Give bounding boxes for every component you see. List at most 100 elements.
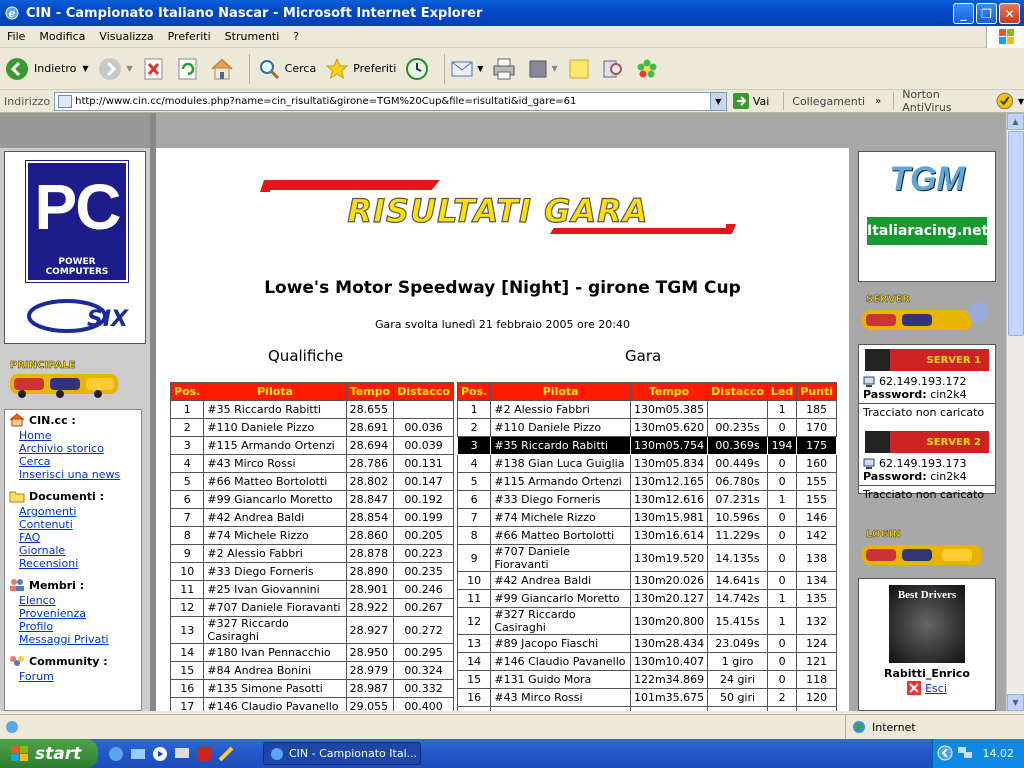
login-banner[interactable]: LOGIN [858, 523, 996, 571]
taskbar-ie-window[interactable]: CIN - Campionato Ital... [263, 742, 421, 765]
sponsor-logo[interactable]: PC POWER COMPUTERS SIX [4, 151, 146, 344]
nav-link-profilo[interactable]: Profilo [9, 620, 141, 633]
qualifiche-cell: 10 [169, 562, 205, 581]
back-button[interactable]: Indietro ▼ [4, 56, 89, 82]
nav-link-provenienza[interactable]: Provenienza [9, 607, 141, 620]
gara-column-header: Led [766, 382, 798, 401]
nav-link-messaggi[interactable]: Messaggi Privati [9, 633, 141, 646]
qualifiche-row: 4 #43 Mirco Rossi 28.786 00.131 [169, 454, 454, 473]
best-drivers-avatar: Best Drivers [889, 585, 965, 663]
qualifiche-cell: 28.847 [345, 490, 395, 509]
address-label: Indirizzo [4, 94, 51, 108]
gara-cell: #89 Jacopo Fiaschi [490, 634, 631, 653]
nav-link-argomenti[interactable]: Argomenti [9, 505, 141, 518]
menu-preferiti[interactable]: Preferiti [161, 30, 218, 43]
stop-button[interactable] [141, 56, 167, 82]
restore-button[interactable]: ❐ [976, 3, 997, 24]
menu-visualizza[interactable]: Visualizza [92, 30, 160, 43]
results-banner: RISULTATI GARA [260, 180, 736, 234]
gara-cell: 130m36.495 [629, 706, 709, 711]
tool-icon[interactable] [218, 746, 234, 762]
close-button[interactable]: ✕ [999, 3, 1020, 24]
research-button[interactable] [600, 56, 626, 82]
start-button[interactable]: start [0, 739, 98, 768]
gara-cell: 130m05.385 [629, 400, 709, 419]
gara-cell: 14.135s [707, 544, 768, 572]
icq-button[interactable] [634, 56, 660, 82]
scroll-up-icon[interactable]: ▲ [1007, 113, 1024, 130]
gara-column-header: Pilota [490, 382, 631, 401]
gara-cell: 175 [796, 436, 837, 455]
links-label[interactable]: Collegamenti [792, 95, 865, 108]
nav-link-contenuti[interactable]: Contenuti [9, 518, 141, 531]
address-dropdown-icon[interactable]: ▼ [709, 92, 726, 110]
refresh-button[interactable] [175, 56, 201, 82]
qualifiche-cell: 28.854 [345, 508, 395, 527]
gara-cell: #168 Fabrizio Ugolotti [490, 706, 631, 711]
mail-button[interactable]: ▼ [451, 56, 483, 82]
qualifiche-cell: 00.267 [393, 598, 454, 617]
nav-link-forum[interactable]: Forum [9, 670, 141, 683]
address-input[interactable]: http://www.cin.cc/modules.php?name=cin_r… [54, 91, 727, 111]
menu-file[interactable]: File [0, 30, 32, 43]
network-icon[interactable] [957, 746, 973, 760]
outlook-icon[interactable] [130, 746, 146, 762]
tgm-sponsor[interactable]: TGM Italiaracing.net [858, 151, 996, 282]
history-button[interactable] [404, 56, 430, 82]
home-button[interactable] [209, 56, 235, 82]
logout-link[interactable]: Esci [859, 681, 995, 695]
print-button[interactable] [491, 56, 517, 82]
nav-link-home[interactable]: Home [9, 429, 141, 442]
gara-cell: 185 [796, 400, 837, 419]
nav-link-recensioni[interactable]: Recensioni [9, 557, 141, 570]
antivirus-label[interactable]: Norton AntiVirus [902, 88, 990, 114]
edit-button[interactable]: ▼ [525, 56, 558, 82]
back-label: Indietro [34, 62, 77, 75]
chevron-icon[interactable]: » [875, 96, 881, 107]
desktop-icon[interactable] [174, 746, 190, 762]
search-button[interactable]: Cerca [256, 56, 316, 82]
principale-banner[interactable]: PRINCIPALE [6, 356, 126, 400]
scroll-down-icon[interactable]: ▼ [1007, 694, 1024, 711]
nav-link-giornale[interactable]: Giornale [9, 544, 141, 557]
server2-header: SERVER 2 [865, 431, 989, 453]
nav-link-archivio[interactable]: Archivio storico [9, 442, 141, 455]
nav-link-faq[interactable]: FAQ [9, 531, 141, 544]
scroll-thumb[interactable] [1008, 131, 1024, 336]
forward-button[interactable]: ▼ [97, 56, 133, 82]
favorites-button[interactable]: Preferiti [324, 56, 396, 82]
gara-cell: 11.229s [707, 526, 768, 545]
antivirus-dropdown-icon[interactable]: ▼ [1018, 97, 1024, 106]
menu-strumenti[interactable]: Strumenti [218, 30, 287, 43]
vertical-scrollbar[interactable]: ▲ ▼ [1006, 113, 1024, 711]
nav-link-elenco[interactable]: Elenco [9, 594, 141, 607]
edit-icon [525, 56, 551, 82]
back-dropdown-icon[interactable]: ▼ [82, 64, 88, 73]
tray-expand-icon[interactable] [937, 745, 953, 761]
server2-password: cin2k4 [930, 470, 967, 483]
qualifiche-cell: 16 [169, 679, 205, 698]
gara-cell: 170 [796, 418, 837, 437]
left-header-strip [0, 113, 150, 148]
gara-cell: #131 Guido Mora [490, 670, 631, 689]
title-bar[interactable]: e CIN - Campionato Italiano Nascar - Mic… [0, 0, 1024, 26]
qualifiche-cell: #327 Riccardo Casiraghi [203, 616, 347, 644]
forward-dropdown-icon[interactable]: ▼ [127, 64, 133, 73]
status-bar: Internet [0, 714, 1024, 739]
users-icon [10, 579, 24, 591]
menu-modifica[interactable]: Modifica [32, 30, 92, 43]
ie-icon[interactable] [108, 746, 124, 762]
menu-help[interactable]: ? [286, 30, 306, 43]
norton-icon[interactable] [996, 92, 1014, 110]
mail-dropdown-icon[interactable]: ▼ [477, 64, 483, 73]
nav-link-inserisci[interactable]: Inserisci una news [9, 468, 141, 481]
minimize-button[interactable]: _ [953, 3, 974, 24]
app-icon[interactable] [196, 746, 212, 762]
go-button[interactable]: Vai [732, 93, 769, 109]
edit-dropdown-icon[interactable]: ▼ [551, 64, 557, 73]
discuss-button[interactable] [566, 56, 592, 82]
gara-cell: 1 [766, 607, 798, 635]
nav-link-cerca[interactable]: Cerca [9, 455, 141, 468]
qualifiche-row: 12 #707 Daniele Fioravanti 28.922 00.267 [169, 598, 454, 617]
media-player-icon[interactable] [152, 746, 168, 762]
